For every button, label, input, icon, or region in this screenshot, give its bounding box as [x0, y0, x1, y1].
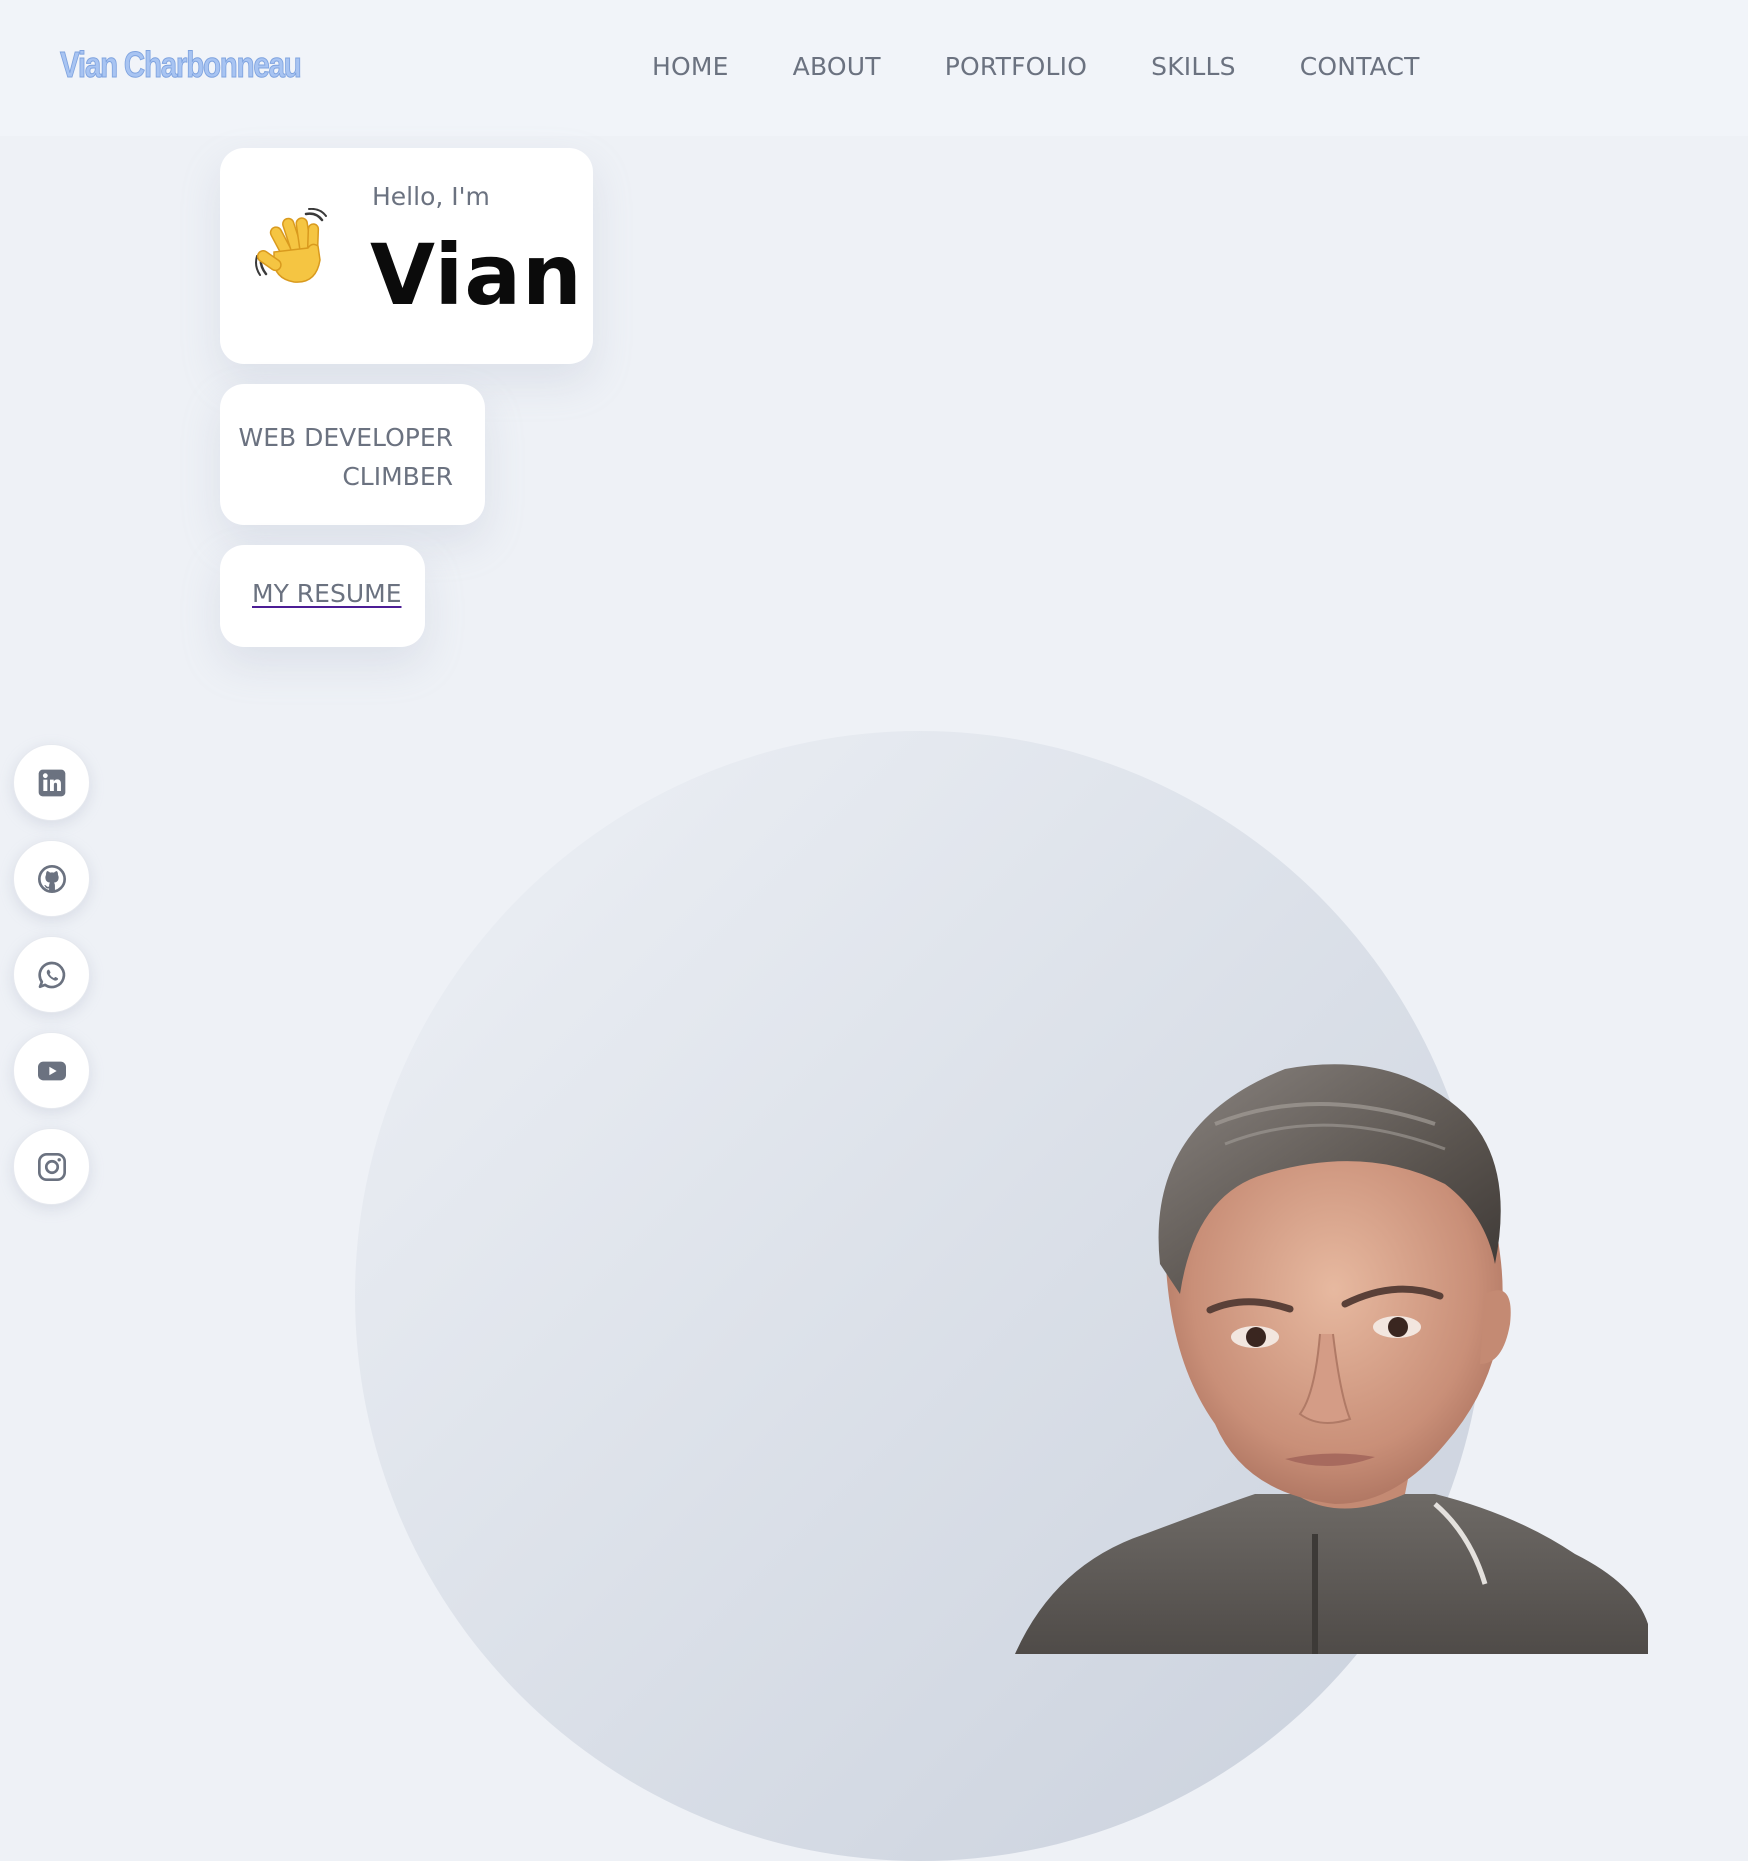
roles-card: WEB DEVELOPER CLIMBER — [220, 384, 485, 525]
profile-photo — [1015, 1064, 1648, 1654]
linkedin-icon — [38, 769, 66, 797]
nav-skills[interactable]: SKILLS — [1151, 52, 1236, 81]
instagram-button[interactable] — [13, 1128, 90, 1205]
roles-list: WEB DEVELOPER CLIMBER — [238, 418, 453, 496]
instagram-icon — [38, 1153, 66, 1181]
site-header: Vian Charbonneau HOME ABOUT PORTFOLIO SK… — [0, 0, 1748, 136]
waving-hand-icon — [255, 208, 327, 283]
intro-card: Hello, I'm Vian — [220, 148, 593, 364]
role-item: WEB DEVELOPER — [238, 423, 453, 452]
main-nav: HOME ABOUT PORTFOLIO SKILLS CONTACT — [652, 52, 1484, 81]
nav-contact[interactable]: CONTACT — [1300, 52, 1420, 81]
nav-about[interactable]: ABOUT — [793, 52, 881, 81]
nav-home[interactable]: HOME — [652, 52, 729, 81]
nav-portfolio[interactable]: PORTFOLIO — [945, 52, 1087, 81]
github-icon — [38, 865, 66, 893]
linkedin-button[interactable] — [13, 744, 90, 821]
resume-link[interactable]: MY RESUME — [252, 579, 402, 608]
hero-name: Vian — [370, 226, 583, 324]
whatsapp-button[interactable] — [13, 936, 90, 1013]
youtube-button[interactable] — [13, 1032, 90, 1109]
site-logo[interactable]: Vian Charbonneau — [60, 44, 303, 86]
github-button[interactable] — [13, 840, 90, 917]
greeting-text: Hello, I'm — [372, 182, 490, 211]
whatsapp-icon — [38, 961, 66, 989]
resume-card: MY RESUME — [220, 545, 425, 647]
youtube-icon — [38, 1061, 66, 1081]
role-item: CLIMBER — [342, 462, 453, 491]
